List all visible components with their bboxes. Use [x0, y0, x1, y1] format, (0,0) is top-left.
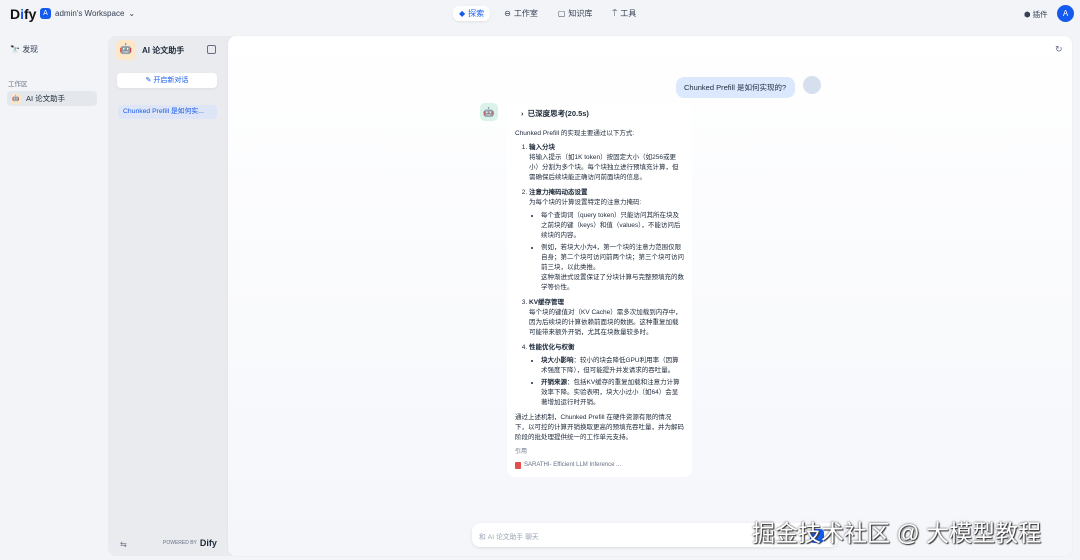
- user-message: Chunked Prefill 是如何实现的?: [676, 77, 795, 98]
- robot-icon: ⊖: [504, 9, 511, 18]
- thinking-toggle[interactable]: › 已深度思考(20.5s): [521, 109, 684, 119]
- bullet: 例如，若块大小为4，第一个块的注意力范围仅限自身；第二个块可访问前两个块；第三个…: [541, 243, 684, 293]
- settings-sliders-icon[interactable]: ⇆: [120, 540, 127, 549]
- refresh-icon[interactable]: ↻: [1055, 44, 1063, 55]
- thinking-label: 已深度思考(20.5s): [527, 109, 589, 118]
- tab-label: 工具: [620, 9, 637, 18]
- discover-label: 发现: [22, 45, 39, 54]
- answer-intro: Chunked Prefill 的实现主要通过以下方式:: [515, 130, 635, 137]
- user-avatar[interactable]: A: [1057, 5, 1074, 22]
- new-chat-label: 开启新对话: [153, 77, 189, 84]
- answer-section: 注意力掩码动态设置为每个块的计算设置特定的注意力掩码: 每个查询词（query …: [529, 188, 684, 293]
- section-title: 输入分块: [529, 144, 555, 151]
- tab-knowledge[interactable]: ▢ 知识库: [552, 6, 599, 21]
- tab-tools[interactable]: ⍑ 工具: [606, 6, 642, 21]
- bullet-key: 块大小影响: [541, 357, 574, 364]
- app-label: AI 论文助手: [26, 94, 66, 103]
- tab-label: 工作室: [513, 9, 538, 18]
- bullet-after: 这种渐进式设置保证了分块计算与完整预填充的数学等价性。: [541, 274, 684, 291]
- section-body: 为每个块的计算设置特定的注意力掩码:: [529, 199, 642, 206]
- workspace-section-label: 工作区: [8, 81, 28, 88]
- workspace-switcher[interactable]: Aadmin's Workspace ⌄: [40, 8, 135, 19]
- section-title: 性能优化与权衡: [529, 344, 575, 351]
- citation-title: SARATHI- Efficient LLM Inference ...: [524, 462, 622, 468]
- chevron-down-icon: ⌄: [128, 9, 136, 18]
- telescope-icon: 🔭: [10, 45, 23, 54]
- cube-icon: ⬢: [1024, 10, 1033, 19]
- section-title: 注意力掩码动态设置: [529, 189, 588, 196]
- plugins-label: 插件: [1032, 10, 1048, 19]
- compass-icon: ◆: [459, 9, 466, 18]
- top-nav: ◆ 探索 ⊖ 工作室 ▢ 知识库 ⍑ 工具: [453, 6, 642, 21]
- app-icon: 🤖: [11, 93, 21, 104]
- sidebar-item-ai-paper-assistant[interactable]: 🤖 AI 论文助手: [7, 91, 97, 106]
- tab-label: 探索: [468, 9, 485, 18]
- pdf-icon: [515, 461, 521, 469]
- user-message-avatar: [803, 76, 821, 94]
- tab-studio[interactable]: ⊖ 工作室: [498, 6, 544, 21]
- bot-avatar: 🤖: [480, 103, 498, 121]
- answer-list: 输入分块将输入提示（如1K token）按固定大小（如256或更小）分割为多个块…: [515, 143, 684, 408]
- bullet: 每个查询词（query token）只能访问其所在块及之前块的键（keys）和值…: [541, 211, 684, 241]
- bullet-key: 开销来源: [541, 379, 567, 386]
- hammer-icon: ⍑: [612, 8, 618, 18]
- citation-item[interactable]: SARATHI- Efficient LLM Inference ...: [515, 460, 684, 470]
- new-chat-button[interactable]: ✎ 开启新对话: [117, 73, 217, 88]
- answer-section: 性能优化与权衡 块大小影响：较小的块会降低GPU利用率（因算术强度下降），但可能…: [529, 343, 684, 408]
- chevron-right-icon: ›: [521, 109, 528, 118]
- bot-answer: › 已深度思考(20.5s) Chunked Prefill 的实现主要通过以下…: [507, 103, 692, 477]
- citation-label: 引用: [515, 449, 528, 455]
- powered-by-label: POWERED BY: [163, 540, 197, 546]
- dify-brand: Dify: [199, 538, 217, 548]
- workspace-name: admin's Workspace: [55, 9, 125, 18]
- dify-logo[interactable]: Dify: [10, 6, 36, 22]
- app-icon: 🤖: [116, 40, 136, 60]
- bullet-text: 例如，若块大小为4，第一个块的注意力范围仅限自身；第二个块可访问前两个块；第三个…: [541, 244, 684, 271]
- section-title: KV缓存管理: [529, 299, 565, 306]
- sidebar-item-discover[interactable]: 🔭 发现: [10, 44, 38, 55]
- answer-section: 输入分块将输入提示（如1K token）按固定大小（如256或更小）分割为多个块…: [529, 143, 684, 183]
- book-icon: ▢: [557, 9, 566, 18]
- app-title: AI 论文助手: [142, 46, 185, 55]
- conversation-item[interactable]: Chunked Prefill 是如何实...: [118, 105, 217, 119]
- answer-section: KV缓存管理每个块的键值对（KV Cache）需多次加载到内存中，因为后续块的计…: [529, 298, 684, 338]
- collapse-sidebar-icon[interactable]: [207, 45, 216, 54]
- watermark: 掘金技术社区 @ 大模型教程: [752, 520, 1042, 546]
- workspace-avatar: A: [40, 8, 51, 19]
- bullet: 块大小影响：较小的块会降低GPU利用率（因算术强度下降），但可能提升并发请求的吞…: [541, 356, 684, 376]
- powered-by: POWERED BY Dify: [163, 538, 217, 548]
- plugins-button[interactable]: ⬢ 插件: [1024, 9, 1048, 20]
- section-body: 将输入提示（如1K token）按固定大小（如256或更小）分割为多个块。每个块…: [529, 154, 679, 181]
- tab-label: 知识库: [568, 9, 593, 18]
- tab-explore[interactable]: ◆ 探索: [453, 6, 491, 21]
- bullet: 开销来源：包括KV缓存的重复加载和注意力计算效率下降。实验表明，块大小过小（如6…: [541, 378, 684, 408]
- section-body: 每个块的键值对（KV Cache）需多次加载到内存中，因为后续块的计算依赖前面块…: [529, 309, 682, 336]
- answer-conclusion: 通过上述机制，Chunked Prefill 在硬件资源有限的情况下，以可控的计…: [515, 414, 684, 441]
